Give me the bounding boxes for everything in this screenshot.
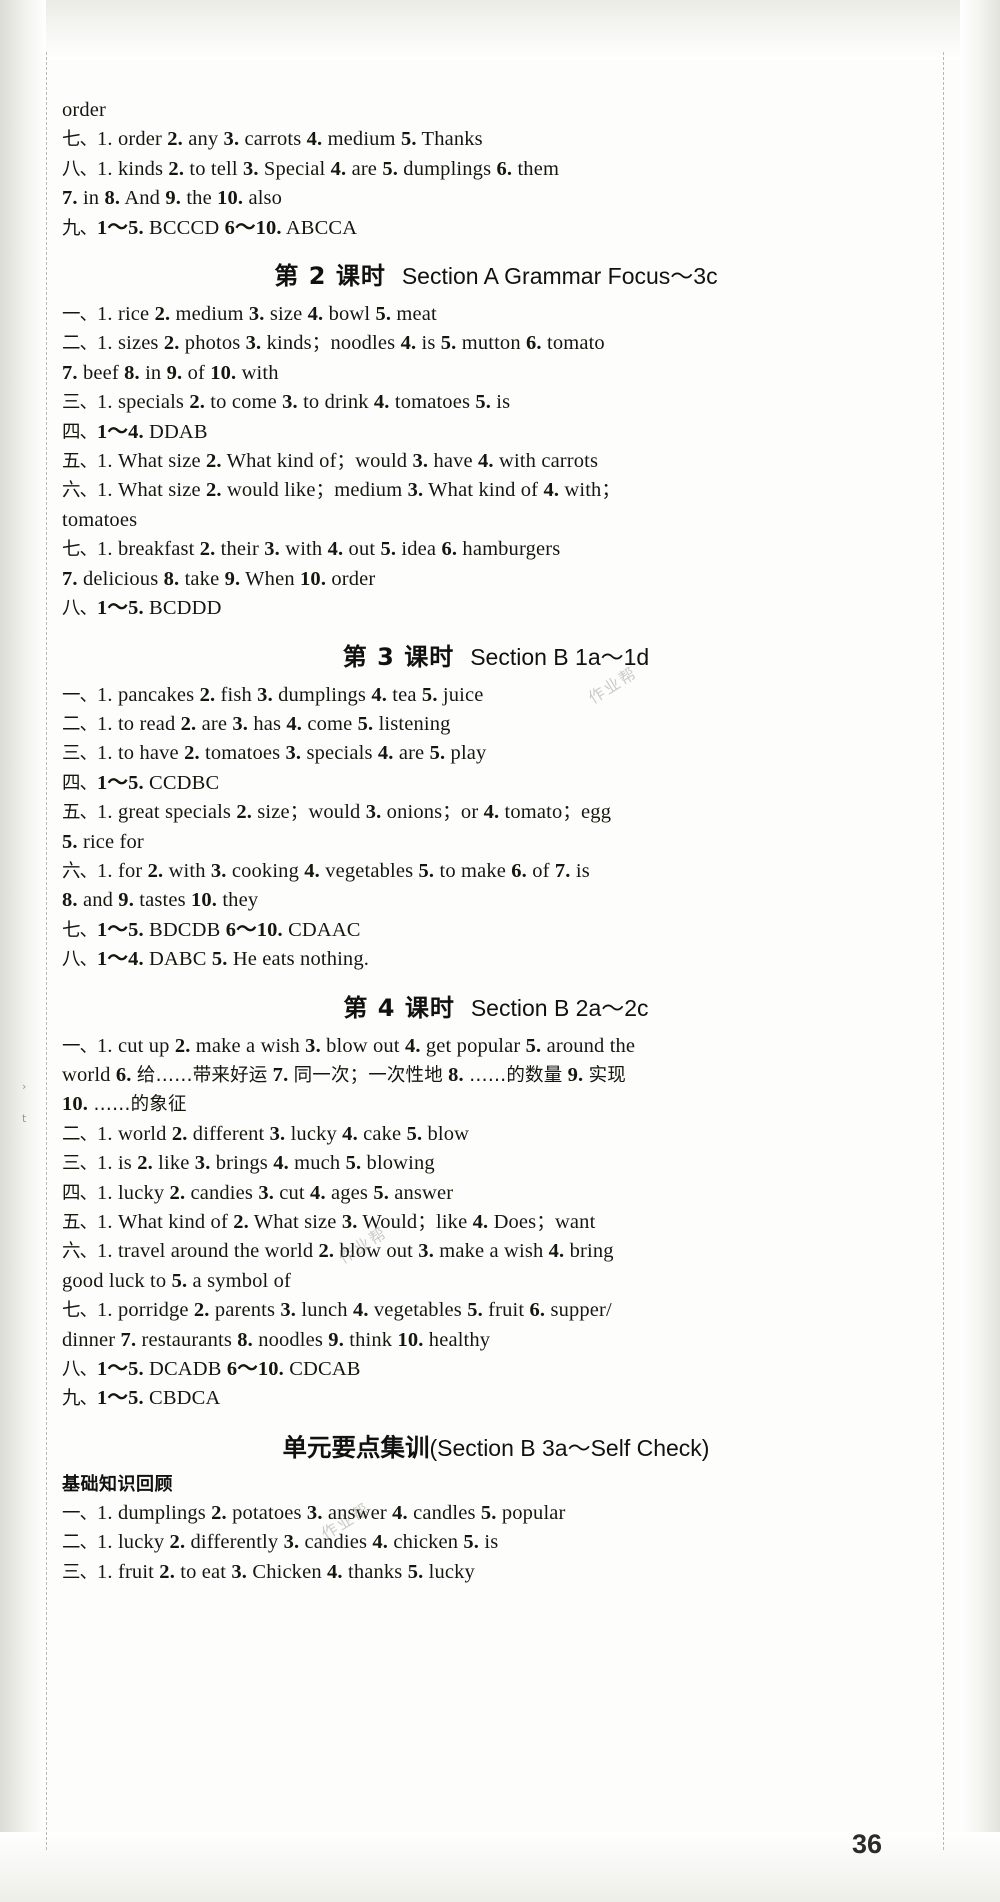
page-left-shadow	[0, 0, 46, 1902]
p3-answer-2: 二、1. to read 2. are 3. has 4. come 5. li…	[62, 712, 451, 735]
scan-artifact: t	[22, 1112, 27, 1125]
p4-answer-2: 二、1. world 2. different 3. lucky 4. cake…	[62, 1122, 470, 1145]
period-heading-4: 第 4 课时 Section B 2a～2c	[62, 988, 930, 1023]
p2-answer-5: 五、1. What size 2. What kind of；would 3. …	[62, 450, 599, 473]
p3-answer-7: 七、1～5. BDCDB 6～10. CDAAC	[62, 918, 361, 941]
p3-answer-3: 三、1. to have 2. tomatoes 3. specials 4. …	[62, 742, 487, 765]
p2-answer-7: 七、1. breakfast 2. their 3. with 4. out 5…	[62, 538, 561, 561]
unit-summary-heading: 单元要点集训(Section B 3a～Self Check)	[62, 1429, 930, 1464]
p4-answer-8: 八、1～5. DCADB 6～10. CDCAB	[62, 1358, 361, 1381]
page-right-shadow	[960, 0, 1000, 1902]
period-label-en: Section B 2a～2c	[470, 994, 649, 1021]
period-label-cn: 第 2 课时	[274, 262, 386, 291]
p4-answer-1-cont: world 6. 给……带来好运 7. 同一次；一次性地 8. ……的数量 9.…	[62, 1063, 626, 1086]
p2-answer-6-cont: tomatoes	[62, 508, 138, 531]
p4-answer-1-cont2: 10. ……的象征	[62, 1093, 187, 1116]
period-label-cn: 第 4 课时	[343, 993, 455, 1022]
p2-answer-2-cont: 7. beef 8. in 9. of 10. with	[62, 361, 279, 384]
unit-answer-2: 二、1. lucky 2. differently 3. candies 4. …	[62, 1531, 499, 1554]
period-label-en: Section B 1a～1d	[470, 643, 650, 670]
p3-answer-5: 五、1. great specials 2. size；would 3. oni…	[62, 801, 612, 824]
p2-answer-8: 八、1～5. BCDDD	[62, 597, 222, 620]
p3-answer-8: 八、1～4. DABC 5. He eats nothing.	[62, 948, 370, 971]
period-label-cn: 第 3 课时	[342, 642, 455, 671]
dashed-guide-line-right	[943, 52, 944, 1850]
p2-answer-7-cont: 7. delicious 8. take 9. When 10. order	[62, 567, 376, 590]
p4-answer-1: 一、1. cut up 2. make a wish 3. blow out 4…	[62, 1034, 636, 1057]
answer-line-8: 八、1. kinds 2. to tell 3. Special 4. are …	[62, 157, 560, 180]
page-number: 36	[851, 1829, 882, 1859]
p3-answer-5-cont: 5. rice for	[62, 830, 144, 853]
period-label-en: Section A Grammar Focus～3c	[401, 263, 718, 290]
period-heading-3: 第 3 课时 Section B 1a～1d	[62, 637, 930, 672]
p2-answer-3: 三、1. specials 2. to come 3. to drink 4. …	[62, 391, 511, 414]
p2-answer-2: 二、1. sizes 2. photos 3. kinds；noodles 4.…	[62, 332, 605, 355]
answer-line-9: 九、1～5. BCCCD 6～10. ABCCA	[62, 216, 358, 239]
p2-answer-4: 四、1～4. DDAB	[62, 420, 208, 443]
page-top-shadow	[0, 0, 1000, 60]
p2-answer-1: 一、1. rice 2. medium 3. size 4. bowl 5. m…	[62, 303, 437, 326]
p4-answer-4: 四、1. lucky 2. candies 3. cut 4. ages 5. …	[62, 1181, 454, 1204]
answer-key-content: order 七、1. order 2. any 3. carrots 4. med…	[62, 96, 930, 1842]
p4-answer-5: 五、1. What kind of 2. What size 3. Would；…	[62, 1211, 596, 1233]
page-bottom-shadow	[0, 1832, 1000, 1902]
period-heading-2: 第 2 课时 Section A Grammar Focus～3c	[62, 256, 930, 291]
p2-answer-6: 六、1. What size 2. would like；medium 3. W…	[62, 479, 621, 502]
p4-answer-7: 七、1. porridge 2. parents 3. lunch 4. veg…	[62, 1299, 612, 1322]
p4-answer-3: 三、1. is 2. like 3. brings 4. much 5. blo…	[62, 1152, 435, 1175]
p3-answer-4: 四、1～5. CCDBC	[62, 771, 220, 794]
p4-answer-6-cont: good luck to 5. a symbol of	[62, 1269, 291, 1292]
p4-answer-7-cont: dinner 7. restaurants 8. noodles 9. thin…	[62, 1328, 491, 1351]
continuation-order: order	[62, 99, 107, 121]
p3-answer-6-cont: 8. and 9. tastes 10. they	[62, 889, 259, 912]
answer-line-7: 七、1. order 2. any 3. carrots 4. medium 5…	[62, 128, 483, 151]
basics-review-heading: 基础知识回顾	[62, 1473, 173, 1495]
unit-heading-cn: 单元要点集训	[282, 1432, 430, 1462]
unit-heading-en: (Section B 3a～Self Check)	[429, 1434, 710, 1461]
p3-answer-1: 一、1. pancakes 2. fish 3. dumplings 4. te…	[62, 683, 484, 706]
scan-artifact: ›	[22, 1080, 27, 1093]
unit-answer-1: 一、1. dumplings 2. potatoes 3. answer 4. …	[62, 1501, 566, 1524]
p4-answer-9: 九、1～5. CBDCA	[62, 1387, 221, 1410]
p3-answer-6: 六、1. for 2. with 3. cooking 4. vegetable…	[62, 859, 590, 882]
scanned-page: order 七、1. order 2. any 3. carrots 4. med…	[0, 0, 1000, 1902]
p4-answer-6: 六、1. travel around the world 2. blow out…	[62, 1240, 614, 1263]
answer-line-8-cont: 7. in 8. And 9. the 10. also	[62, 187, 283, 210]
dashed-guide-line-left	[46, 52, 47, 1850]
unit-answer-3: 三、1. fruit 2. to eat 3. Chicken 4. thank…	[62, 1560, 475, 1583]
